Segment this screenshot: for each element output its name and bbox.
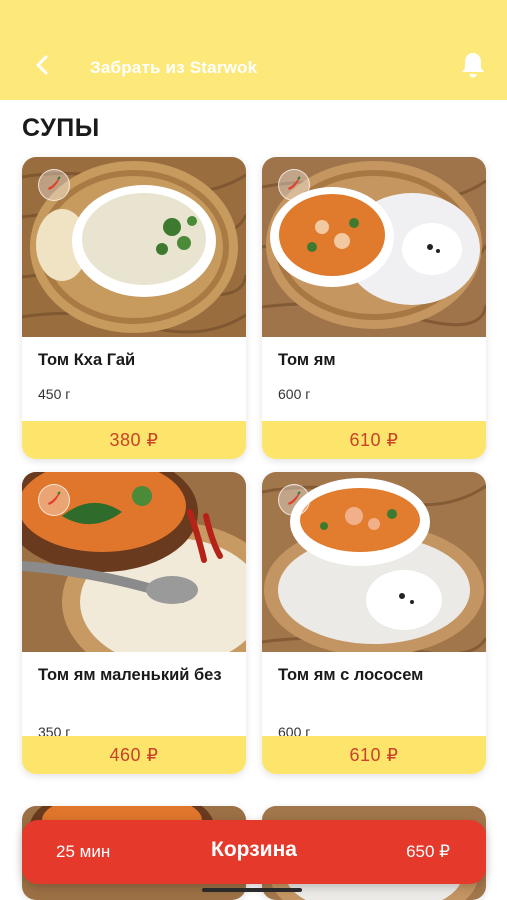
product-photo	[22, 157, 246, 337]
spicy-badge	[38, 484, 70, 516]
top-bar: Забрать из Starwok	[0, 0, 507, 100]
spicy-badge	[278, 484, 310, 516]
chili-pepper-icon	[285, 491, 303, 509]
spicy-badge	[38, 169, 70, 201]
product-photo	[22, 472, 246, 652]
spicy-badge	[278, 169, 310, 201]
pickup-location-title[interactable]: Забрать из Starwok	[90, 58, 257, 78]
home-indicator	[202, 888, 302, 892]
cart-button[interactable]: 25 мин Корзина 650 ₽	[22, 820, 486, 884]
section-title: СУПЫ	[22, 114, 100, 142]
notifications-button[interactable]	[456, 50, 490, 84]
price-button[interactable]: 610 ₽	[262, 421, 486, 459]
product-weight: 450 г	[38, 386, 71, 402]
product-photo	[262, 157, 486, 337]
price-button[interactable]: 610 ₽	[262, 736, 486, 774]
product-name: Том ям	[278, 351, 336, 369]
product-weight: 600 г	[278, 386, 311, 402]
product-name: Том ям маленький без	[38, 666, 222, 684]
product-card[interactable]: Том ям 600 г 610 ₽	[262, 157, 486, 459]
price-button[interactable]: 380 ₽	[22, 421, 246, 459]
bell-icon	[460, 51, 486, 84]
chili-pepper-icon	[285, 176, 303, 194]
cart-total: 650 ₽	[406, 842, 450, 861]
product-name: Том Кха Гай	[38, 351, 136, 369]
price-button[interactable]: 460 ₽	[22, 736, 246, 774]
back-button[interactable]	[28, 52, 56, 82]
chili-pepper-icon	[45, 176, 63, 194]
product-name: Том ям с лососем	[278, 666, 424, 684]
product-photo	[262, 472, 486, 652]
chevron-left-icon	[35, 54, 49, 81]
product-card[interactable]: Том ям маленький без 350 г 460 ₽	[22, 472, 246, 774]
product-card[interactable]: Том ям с лососем 600 г 610 ₽	[262, 472, 486, 774]
product-card[interactable]: Том Кха Гай 450 г 380 ₽	[22, 157, 246, 459]
chili-pepper-icon	[45, 491, 63, 509]
